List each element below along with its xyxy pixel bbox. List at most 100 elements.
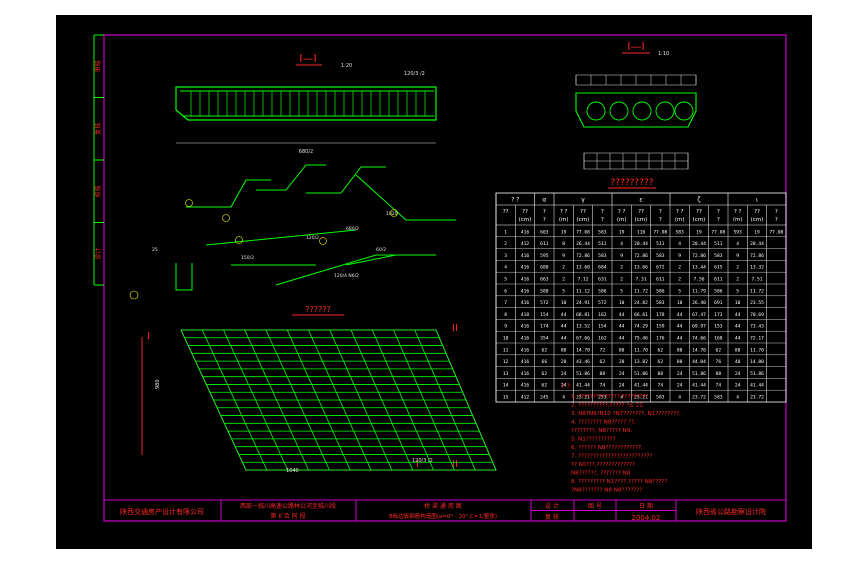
rebar-dim-a: 150/2 [241,255,254,261]
table-cell: 416 [521,229,530,235]
notes-line: 5. N1?????????? [571,437,616,443]
notes-line: ?N8??????? N8 N8??????? [571,488,642,494]
table-cell: 615 [714,265,723,271]
table-cell: 66.61 [634,312,648,318]
table-cell: 11.70 [634,347,648,353]
table-group-header: ι [756,197,758,204]
table-cell: 80 [561,347,567,353]
table-cell: 77.08 [769,229,783,235]
table-cell: 72 [600,347,606,353]
table-cell: 110 [637,229,646,235]
table-cell: 10 [677,300,683,306]
table-cell: 9 [620,253,623,259]
table-cell: 51.86 [634,371,648,377]
side-tab-label: 复核 [94,123,102,135]
table-cell: 62 [542,347,548,353]
table-cell: 66 [542,359,548,365]
table-cell: 586 [598,288,607,294]
table-cell: 72.86 [750,253,764,259]
table-subheader: ? [543,209,546,215]
slab-void [586,101,606,121]
table-cell: 88 [716,371,722,377]
plan-dim-bottom: 1640 [286,468,299,474]
table-subheader: ?? [696,209,702,215]
notes-line: 7. ????????????????????????? [571,454,652,460]
table-cell: 593 [734,229,743,235]
section-left-scale: 1:20 [341,63,352,69]
table-cell: 19 [696,229,702,235]
notes-line: 1. ??????????????,????????? [571,394,648,400]
label-II-top: II [452,323,458,334]
table-cell: 77.08 [711,229,725,235]
table-cell: 418 [521,312,530,318]
beam-dim-side: 120/3 /2 [404,71,425,77]
rebar-hook-2 [256,164,326,191]
table-cell: 672 [656,265,665,271]
table-cell: 51.86 [692,371,706,377]
tb-check: 复 核 [545,513,559,521]
table-cell: 14 [503,383,509,389]
table-cell: 162 [598,312,607,318]
table-cell: 24 [561,371,567,377]
table-frame [495,192,787,403]
table-cell: 24 [677,371,683,377]
rebar-tag [222,214,230,222]
table-cell: 13.32 [750,265,764,271]
table-cell: 2 [736,276,739,282]
table-cell: 24 [619,371,625,377]
slab-void [655,101,675,121]
table-subheader: (m) [675,217,685,223]
table-subheader: ? ? [676,209,684,215]
table-cell: 67.66 [576,335,590,341]
table-subheader: (cm) [635,217,648,223]
table-group-header: ? ? [511,197,519,204]
table-cell: 4 [678,241,681,247]
rebar-tag [129,290,139,300]
table-cell: 74.66 [692,335,706,341]
rebar-tags [129,199,398,300]
notes-line: 2. ??????????,????? ?≤ 22. [571,403,645,409]
table-cell: 44 [677,335,683,341]
table-cell: 72.86 [692,253,706,259]
table-cell: 583 [598,253,607,259]
table-cell: 41.44 [750,383,764,389]
table-cell: 80 [677,359,683,365]
table-cell: 44 [619,324,625,330]
table-cell: 176 [656,335,665,341]
table-cell: 611 [540,241,549,247]
table-cell: 4 [678,394,681,400]
table-cell: 13.52 [576,324,590,330]
table-cell: 51.86 [576,371,590,377]
table-cell: 26.44 [576,241,590,247]
section-left-title: I—I [299,52,317,65]
table-group-header: γ [581,197,585,204]
table-cell: 9 [736,253,739,259]
table-cell: 14.70 [692,347,706,353]
table-cell: 162 [598,335,607,341]
notes-line: 8. ????????? N1????,????? N8????? [571,479,667,485]
table-cell: 691 [714,300,723,306]
table-cell: 583 [714,394,723,400]
table-cell: 7 [504,300,507,306]
mesh-plan: ?????? I I II II 1640 120/3 /2 980 [141,305,497,474]
section-left: I—I 1:20 680/2 120/3 /2 150/2 120/2 60/2 [129,52,456,300]
table-subheader: ? [659,209,662,215]
table-cell: 23.55 [750,300,764,306]
table-cell: 2 [736,265,739,271]
table-cell: 416 [521,347,530,353]
table-subheader: ? [601,217,604,223]
notes-line: N8??????, ??????? N8 [571,471,631,477]
tb-drawing-1: 桥 梁 通 用 图 [424,502,462,510]
table-cell: 416 [521,335,530,341]
table-subheader: ?? [580,209,586,215]
table-cell: 9 [504,324,507,330]
section-right: I—I 1:10 [575,40,697,170]
cad-viewport[interactable]: 审核 复核 校核 设计 I—I 1:20 680/2 120/3 /2 150/2 [56,15,812,549]
table-cell: 412 [521,394,530,400]
tb-no: 图 号 [588,503,602,510]
table-cell: 68.81 [576,312,590,318]
table-cell: 583 [656,394,665,400]
drawing-sheet[interactable]: 审核复核校核设计 I—I 1:20 680/2 120/3 /2 150/2 1… [56,15,812,549]
table-subheader: ?? [638,209,644,215]
table-cell: 40 [735,359,741,365]
